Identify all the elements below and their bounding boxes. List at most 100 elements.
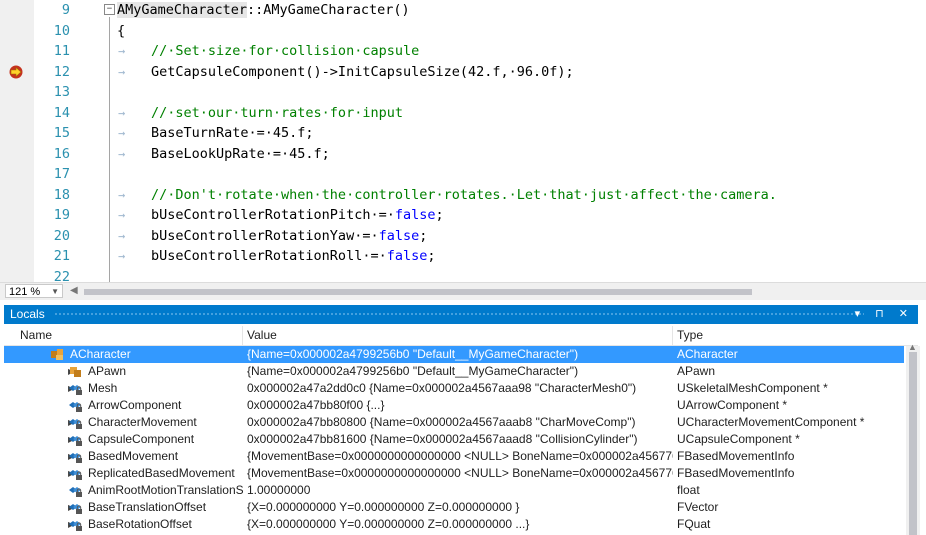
- variable-value[interactable]: {MovementBase=0x0000000000000000 <NULL> …: [247, 448, 673, 465]
- code-token: ;: [435, 207, 444, 223]
- protected-field-icon: [68, 501, 83, 514]
- variable-name: CharacterMovement: [88, 415, 197, 429]
- code-line[interactable]: 18 → //·Don't·rotate·when·the·controller·r…: [0, 185, 926, 205]
- code-keyword: false: [394, 207, 436, 223]
- code-text: bUseControllerRotationRoll·=·false;: [151, 246, 435, 266]
- code-comment: //·Set·size·for·collision·capsule: [151, 43, 420, 59]
- zoom-level-select[interactable]: 121 % ▼: [5, 284, 63, 298]
- local-variable-row[interactable]: ▶Mesh0x000002a47a2dd0c0 {Name=0x000002a4…: [4, 380, 904, 397]
- code-line[interactable]: 19 → bUseControllerRotationPitch·=·false;: [0, 205, 926, 225]
- variable-name: CapsuleComponent: [88, 432, 195, 446]
- tab-indicator-icon: →: [118, 44, 126, 58]
- line-number: 16: [53, 145, 70, 162]
- variable-value[interactable]: 0x000002a47bb80f00 {...}: [247, 397, 673, 414]
- code-token: ;: [419, 227, 428, 244]
- locals-column-header: Name Value Type: [4, 326, 918, 346]
- scroll-left-icon[interactable]: ◀: [70, 285, 78, 296]
- line-number: 20: [53, 227, 70, 244]
- local-variable-row[interactable]: ▶APawn{Name=0x000002a4799256b0 "Default_…: [4, 363, 904, 380]
- code-text: BaseTurnRate·=·45.f;: [151, 123, 314, 143]
- variable-value[interactable]: {X=0.000000000 Y=0.000000000 Z=0.0000000…: [247, 499, 673, 516]
- variable-value[interactable]: {MovementBase=0x0000000000000000 <NULL> …: [247, 465, 673, 482]
- locals-window: Locals ▾ ⊓ ✕ Name Value Type ACharacter {…: [0, 305, 926, 535]
- code-line[interactable]: 10 {: [0, 21, 926, 41]
- protected-field-icon: [68, 518, 83, 531]
- variable-value[interactable]: 0x000002a47a2dd0c0 {Name=0x000002a4567aa…: [247, 380, 673, 397]
- tab-indicator-icon: →: [118, 228, 126, 243]
- tab-indicator-icon: →: [118, 64, 126, 79]
- variable-value[interactable]: 0x000002a47bb80800 {Name=0x000002a4567aa…: [247, 414, 673, 431]
- local-variable-row[interactable]: ▶ReplicatedBasedMovement{MovementBase=0x…: [4, 465, 904, 482]
- line-number: 15: [53, 125, 70, 141]
- variable-type: UArrowComponent *: [677, 398, 788, 412]
- variable-value[interactable]: {Name=0x000002a4799256b0 "Default__MyGam…: [247, 363, 673, 380]
- local-variable-row[interactable]: ▶CharacterMovement0x000002a47bb80800 {Na…: [4, 414, 904, 431]
- code-line[interactable]: 14 → //·set·our·turn·rates·for·input: [0, 103, 926, 123]
- code-line[interactable]: 15 → BaseTurnRate·=·45.f;: [0, 123, 926, 143]
- protected-field-icon: [68, 450, 83, 463]
- vertical-scrollbar[interactable]: ▲: [906, 342, 920, 535]
- line-number: 11: [53, 43, 70, 59]
- code-editor[interactable]: 9 − AMyGameCharacter::AMyGameCharacter() 10…: [0, 0, 926, 282]
- code-line[interactable]: 16 → BaseLookUpRate·=·45.f;: [0, 144, 926, 164]
- collapse-toggle-icon[interactable]: −: [104, 4, 115, 15]
- variable-name: Mesh: [88, 381, 118, 395]
- variable-name: BasedMovement: [88, 449, 179, 463]
- line-number: 14: [53, 104, 70, 121]
- locals-rows: ACharacter {Name=0x000002a4799256b0 "Defa…: [4, 346, 904, 535]
- variable-name: ACharacter: [70, 347, 131, 361]
- horizontal-scrollbar-thumb[interactable]: [84, 289, 752, 295]
- line-number: 9: [61, 2, 70, 18]
- tab-indicator-icon: →: [118, 208, 126, 222]
- variable-name: BaseRotationOffset: [88, 517, 192, 531]
- variable-type: FBasedMovementInfo: [677, 466, 795, 480]
- code-comment: //·set·our·turn·rates·for·input: [151, 104, 403, 121]
- protected-field-icon: [68, 416, 83, 429]
- zoom-level-value: 121 %: [9, 286, 41, 298]
- variable-type: USkeletalMeshComponent *: [677, 381, 828, 395]
- variable-value[interactable]: 0x000002a47bb81600 {Name=0x000002a4567aa…: [247, 431, 673, 448]
- variable-value[interactable]: {Name=0x000002a4799256b0 "Default__MyGam…: [247, 346, 673, 363]
- code-token: bUseControllerRotationRoll·=·: [151, 248, 387, 264]
- local-variable-row[interactable]: ▶BaseTranslationOffset{X=0.000000000 Y=0…: [4, 499, 904, 516]
- variable-type: FVector: [677, 500, 719, 514]
- code-line[interactable]: 13: [0, 82, 926, 102]
- code-line[interactable]: 12 → GetCapsuleComponent()->InitCapsuleSiz…: [0, 62, 926, 82]
- protected-field-icon: [68, 467, 83, 480]
- local-variable-row[interactable]: ACharacter {Name=0x000002a4799256b0 "Defa…: [4, 346, 904, 363]
- variable-value[interactable]: 1.00000000: [247, 482, 673, 499]
- protected-field-icon: [68, 382, 83, 395]
- code-line[interactable]: 20 → bUseControllerRotationYaw·=·false;: [0, 226, 926, 246]
- code-line[interactable]: 21 → bUseControllerRotationRoll·=·false;: [0, 246, 926, 266]
- code-keyword: false: [386, 248, 428, 264]
- code-token: GetCapsuleComponent()->InitCapsuleSize(4…: [151, 63, 574, 80]
- locals-title: Locals: [10, 307, 45, 321]
- code-line[interactable]: 9 − AMyGameCharacter::AMyGameCharacter(): [0, 0, 926, 20]
- local-variable-row[interactable]: AnimRootMotionTranslationS 1.00000000 floa…: [4, 482, 904, 499]
- protected-field-icon: [68, 399, 83, 412]
- local-variable-row[interactable]: ▶CapsuleComponent0x000002a47bb81600 {Nam…: [4, 431, 904, 448]
- variable-type: APawn: [677, 364, 716, 378]
- locals-title-bar[interactable]: Locals ▾ ⊓ ✕: [4, 305, 918, 324]
- code-line[interactable]: 22: [0, 267, 926, 283]
- code-line[interactable]: 11 → //·Set·size·for·collision·capsule: [0, 41, 926, 61]
- code-line[interactable]: 17: [0, 164, 926, 184]
- variable-type: UCapsuleComponent *: [677, 432, 800, 446]
- column-header-value[interactable]: Value: [243, 326, 673, 345]
- scroll-up-icon[interactable]: ▲: [908, 342, 917, 352]
- code-text: //·set·our·turn·rates·for·input: [151, 103, 403, 123]
- window-buttons[interactable]: ▾ ⊓ ✕: [855, 305, 914, 324]
- variable-value[interactable]: {X=0.000000000 Y=0.000000000 Z=0.0000000…: [247, 516, 673, 533]
- tab-indicator-icon: →: [118, 187, 126, 202]
- column-header-type[interactable]: Type: [673, 326, 918, 345]
- local-variable-row[interactable]: ▶BasedMovement{MovementBase=0x0000000000…: [4, 448, 904, 465]
- column-header-name[interactable]: Name: [4, 326, 243, 345]
- line-number: 13: [53, 84, 70, 100]
- variable-type: FBasedMovementInfo: [677, 449, 795, 463]
- line-number: 21: [53, 248, 70, 264]
- local-variable-row[interactable]: ArrowComponent 0x000002a47bb80f00 {...} UA…: [4, 397, 904, 414]
- tab-indicator-icon: →: [118, 146, 126, 161]
- vertical-scrollbar-thumb[interactable]: [909, 352, 917, 535]
- local-variable-row[interactable]: ▶BaseRotationOffset{X=0.000000000 Y=0.00…: [4, 516, 904, 533]
- protected-field-icon: [68, 433, 83, 446]
